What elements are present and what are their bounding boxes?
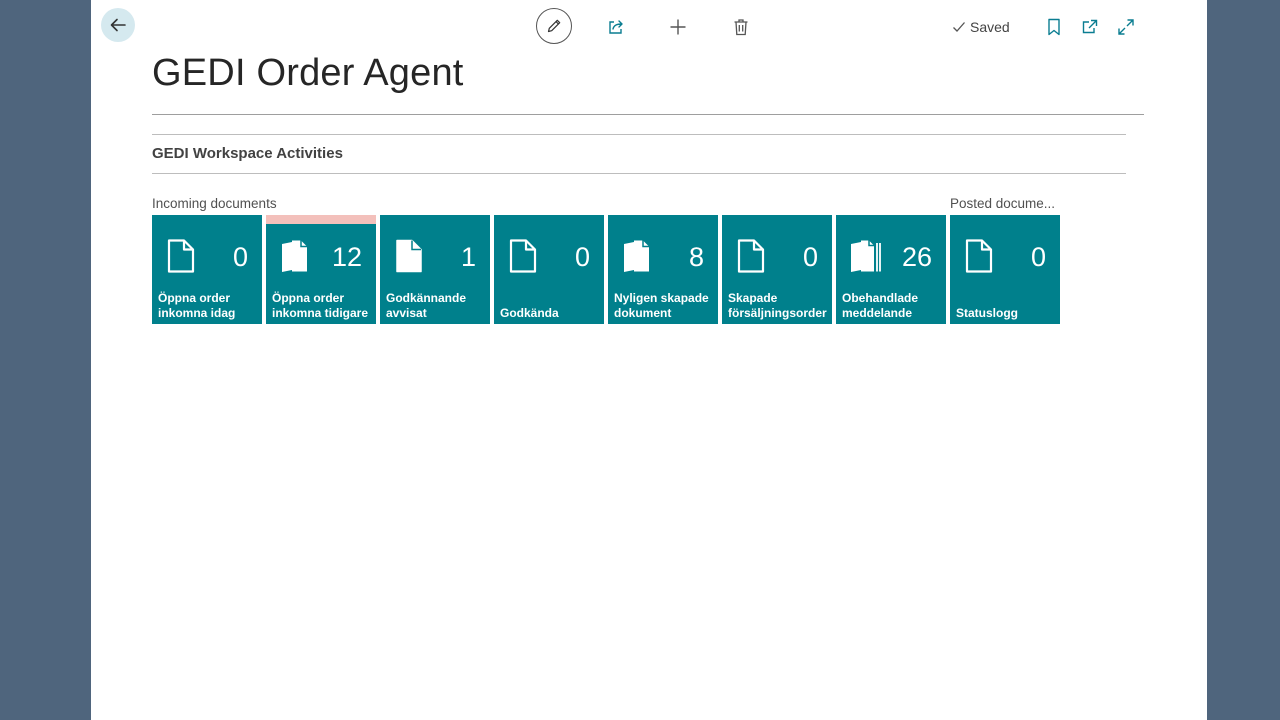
tile-label: Godkända	[500, 306, 559, 320]
group-label-incoming: Incoming documents	[152, 196, 277, 211]
tile-label: Öppna order inkomna tidigare	[272, 291, 369, 320]
tile-value: 0	[1030, 242, 1046, 272]
tile-approved[interactable]: 0 Godkända	[494, 215, 604, 324]
tile-unprocessed-messages[interactable]: 26 Obehandlade meddelande	[836, 215, 946, 324]
share-button[interactable]	[606, 17, 626, 37]
tile-label: Nyligen skapade dokument	[614, 291, 709, 320]
tile-recently-created-documents[interactable]: 8 Nyligen skapade dokument	[608, 215, 718, 324]
page-title: GEDI Order Agent	[152, 52, 464, 94]
saved-status: Saved	[952, 18, 1010, 36]
new-button[interactable]	[668, 17, 688, 37]
tile-label: Obehandlade meddelande	[842, 291, 919, 320]
tile-label: Skapade försäljningsorder	[728, 291, 827, 320]
tile-value: 0	[802, 242, 818, 272]
tile-label: Godkännande avvisat	[386, 291, 467, 320]
tile-value: 8	[688, 242, 704, 272]
tile-value: 26	[901, 242, 932, 272]
document-icon	[737, 239, 765, 273]
trash-icon	[734, 19, 748, 36]
bookmark-button[interactable]	[1045, 17, 1063, 37]
checkmark-icon	[953, 22, 965, 32]
section-divider-top	[152, 134, 1126, 135]
saved-label: Saved	[970, 19, 1010, 35]
document-icon	[167, 239, 195, 273]
delete-button[interactable]	[731, 17, 751, 37]
section-divider-bottom	[152, 173, 1126, 174]
page-card	[91, 0, 1207, 720]
tile-label: Statuslogg	[956, 306, 1018, 320]
document-icon	[396, 239, 422, 273]
open-in-new-window-icon	[1082, 19, 1098, 34]
documents-icon	[624, 240, 649, 272]
tile-approval-rejected[interactable]: 1 Godkännande avvisat	[380, 215, 490, 324]
title-divider	[152, 114, 1144, 115]
edit-button[interactable]	[536, 8, 572, 44]
tile-created-sales-orders[interactable]: 0 Skapade försäljningsorder	[722, 215, 832, 324]
tile-value: 0	[574, 242, 590, 272]
tile-label: Öppna order inkomna idag	[158, 291, 236, 320]
expand-icon	[1118, 19, 1134, 35]
document-icon	[509, 239, 537, 273]
document-icon	[965, 239, 993, 273]
section-title[interactable]: GEDI Workspace Activities	[152, 145, 343, 162]
tile-value: 1	[460, 242, 476, 272]
back-button[interactable]	[101, 8, 135, 42]
open-in-new-window-button[interactable]	[1080, 17, 1100, 37]
tile-open-orders-today[interactable]: 0 Öppna order inkomna idag	[152, 215, 262, 324]
document-stack-icon	[851, 240, 881, 272]
tile-status-log[interactable]: 0 Statuslogg	[950, 215, 1060, 324]
arrow-left-icon	[110, 18, 126, 32]
share-icon	[609, 20, 623, 34]
group-label-posted: Posted docume...	[950, 196, 1056, 211]
tile-open-orders-earlier[interactable]: 12 Öppna order inkomna tidigare	[266, 215, 376, 324]
pencil-icon	[547, 19, 561, 33]
expand-button[interactable]	[1116, 17, 1136, 37]
tile-value: 0	[232, 242, 248, 272]
tile-value: 12	[331, 242, 362, 272]
documents-icon	[282, 240, 307, 272]
plus-icon	[670, 19, 686, 35]
bookmark-icon	[1048, 18, 1060, 36]
